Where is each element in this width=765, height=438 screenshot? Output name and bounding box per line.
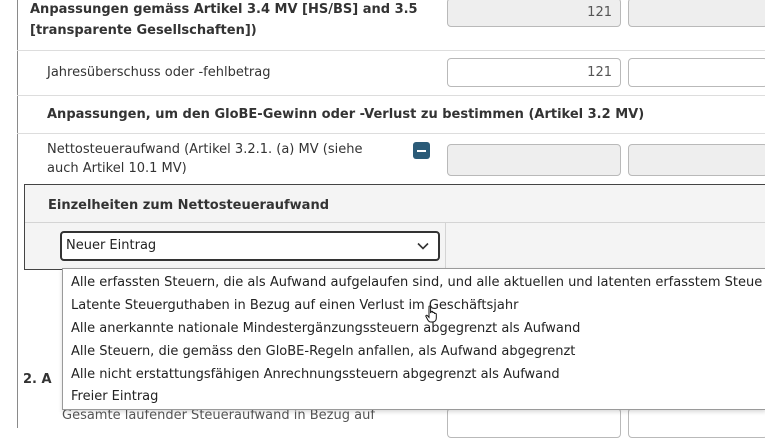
dropdown-option[interactable]: Alle Steuern, die gemäss den GloBE-Regel… <box>71 343 575 361</box>
panel-divider <box>25 222 765 223</box>
annual-result-input[interactable]: 121 <box>447 58 621 87</box>
minus-icon <box>417 149 426 152</box>
entry-type-dropdown: Alle erfassten Steuern, die als Aufwand … <box>62 268 765 410</box>
annual-result-input-2[interactable] <box>628 58 765 87</box>
adjustments-title-line2: [transparente Gesellschaften]) <box>30 23 257 38</box>
net-tax-label-line1: Nettosteueraufwand (Artikel 3.2.1. (a) M… <box>47 142 363 157</box>
adjustments-value-field: 121 <box>447 0 621 27</box>
net-tax-label-line2: auch Artikel 10.1 MV) <box>47 161 187 176</box>
adjustments-value-field-2 <box>628 0 765 27</box>
dropdown-option[interactable]: Alle erfassten Steuern, die als Aufwand … <box>71 274 762 292</box>
entry-type-select[interactable]: Neuer Eintrag <box>60 231 440 261</box>
dropdown-option[interactable]: Freier Eintrag <box>71 388 158 406</box>
adjustments-title-line1: Anpassungen gemäss Artikel 3.4 MV [HS/BS… <box>30 2 418 17</box>
collapse-net-tax-button[interactable] <box>413 142 430 159</box>
chevron-down-icon <box>417 242 429 250</box>
net-tax-value-field-2 <box>628 144 765 176</box>
details-panel-title: Einzelheiten zum Nettosteueraufwand <box>48 198 329 213</box>
dropdown-option[interactable]: Alle nicht erstattungsfähigen Anrechnung… <box>71 366 560 384</box>
globe-section-title: Anpassungen, um den GloBE-Gewinn oder -V… <box>47 107 645 122</box>
row-separator <box>17 95 765 96</box>
hand-pointer-icon <box>425 305 437 323</box>
row-separator <box>17 50 765 51</box>
current-tax-input[interactable] <box>447 408 621 438</box>
row-separator <box>17 133 765 134</box>
current-tax-input-2[interactable] <box>628 408 765 438</box>
net-tax-value-field <box>447 144 621 176</box>
panel-column-divider <box>445 223 446 270</box>
dropdown-option[interactable]: Alle anerkannte nationale Mindestergänzu… <box>71 320 580 338</box>
dropdown-option[interactable]: Latente Steuerguthaben in Bezug auf eine… <box>71 297 518 315</box>
annual-result-label: Jahresüberschuss oder -fehlbetrag <box>47 65 271 80</box>
section-2-heading: 2. A <box>23 372 52 387</box>
entry-type-select-value: Neuer Eintrag <box>66 238 157 253</box>
